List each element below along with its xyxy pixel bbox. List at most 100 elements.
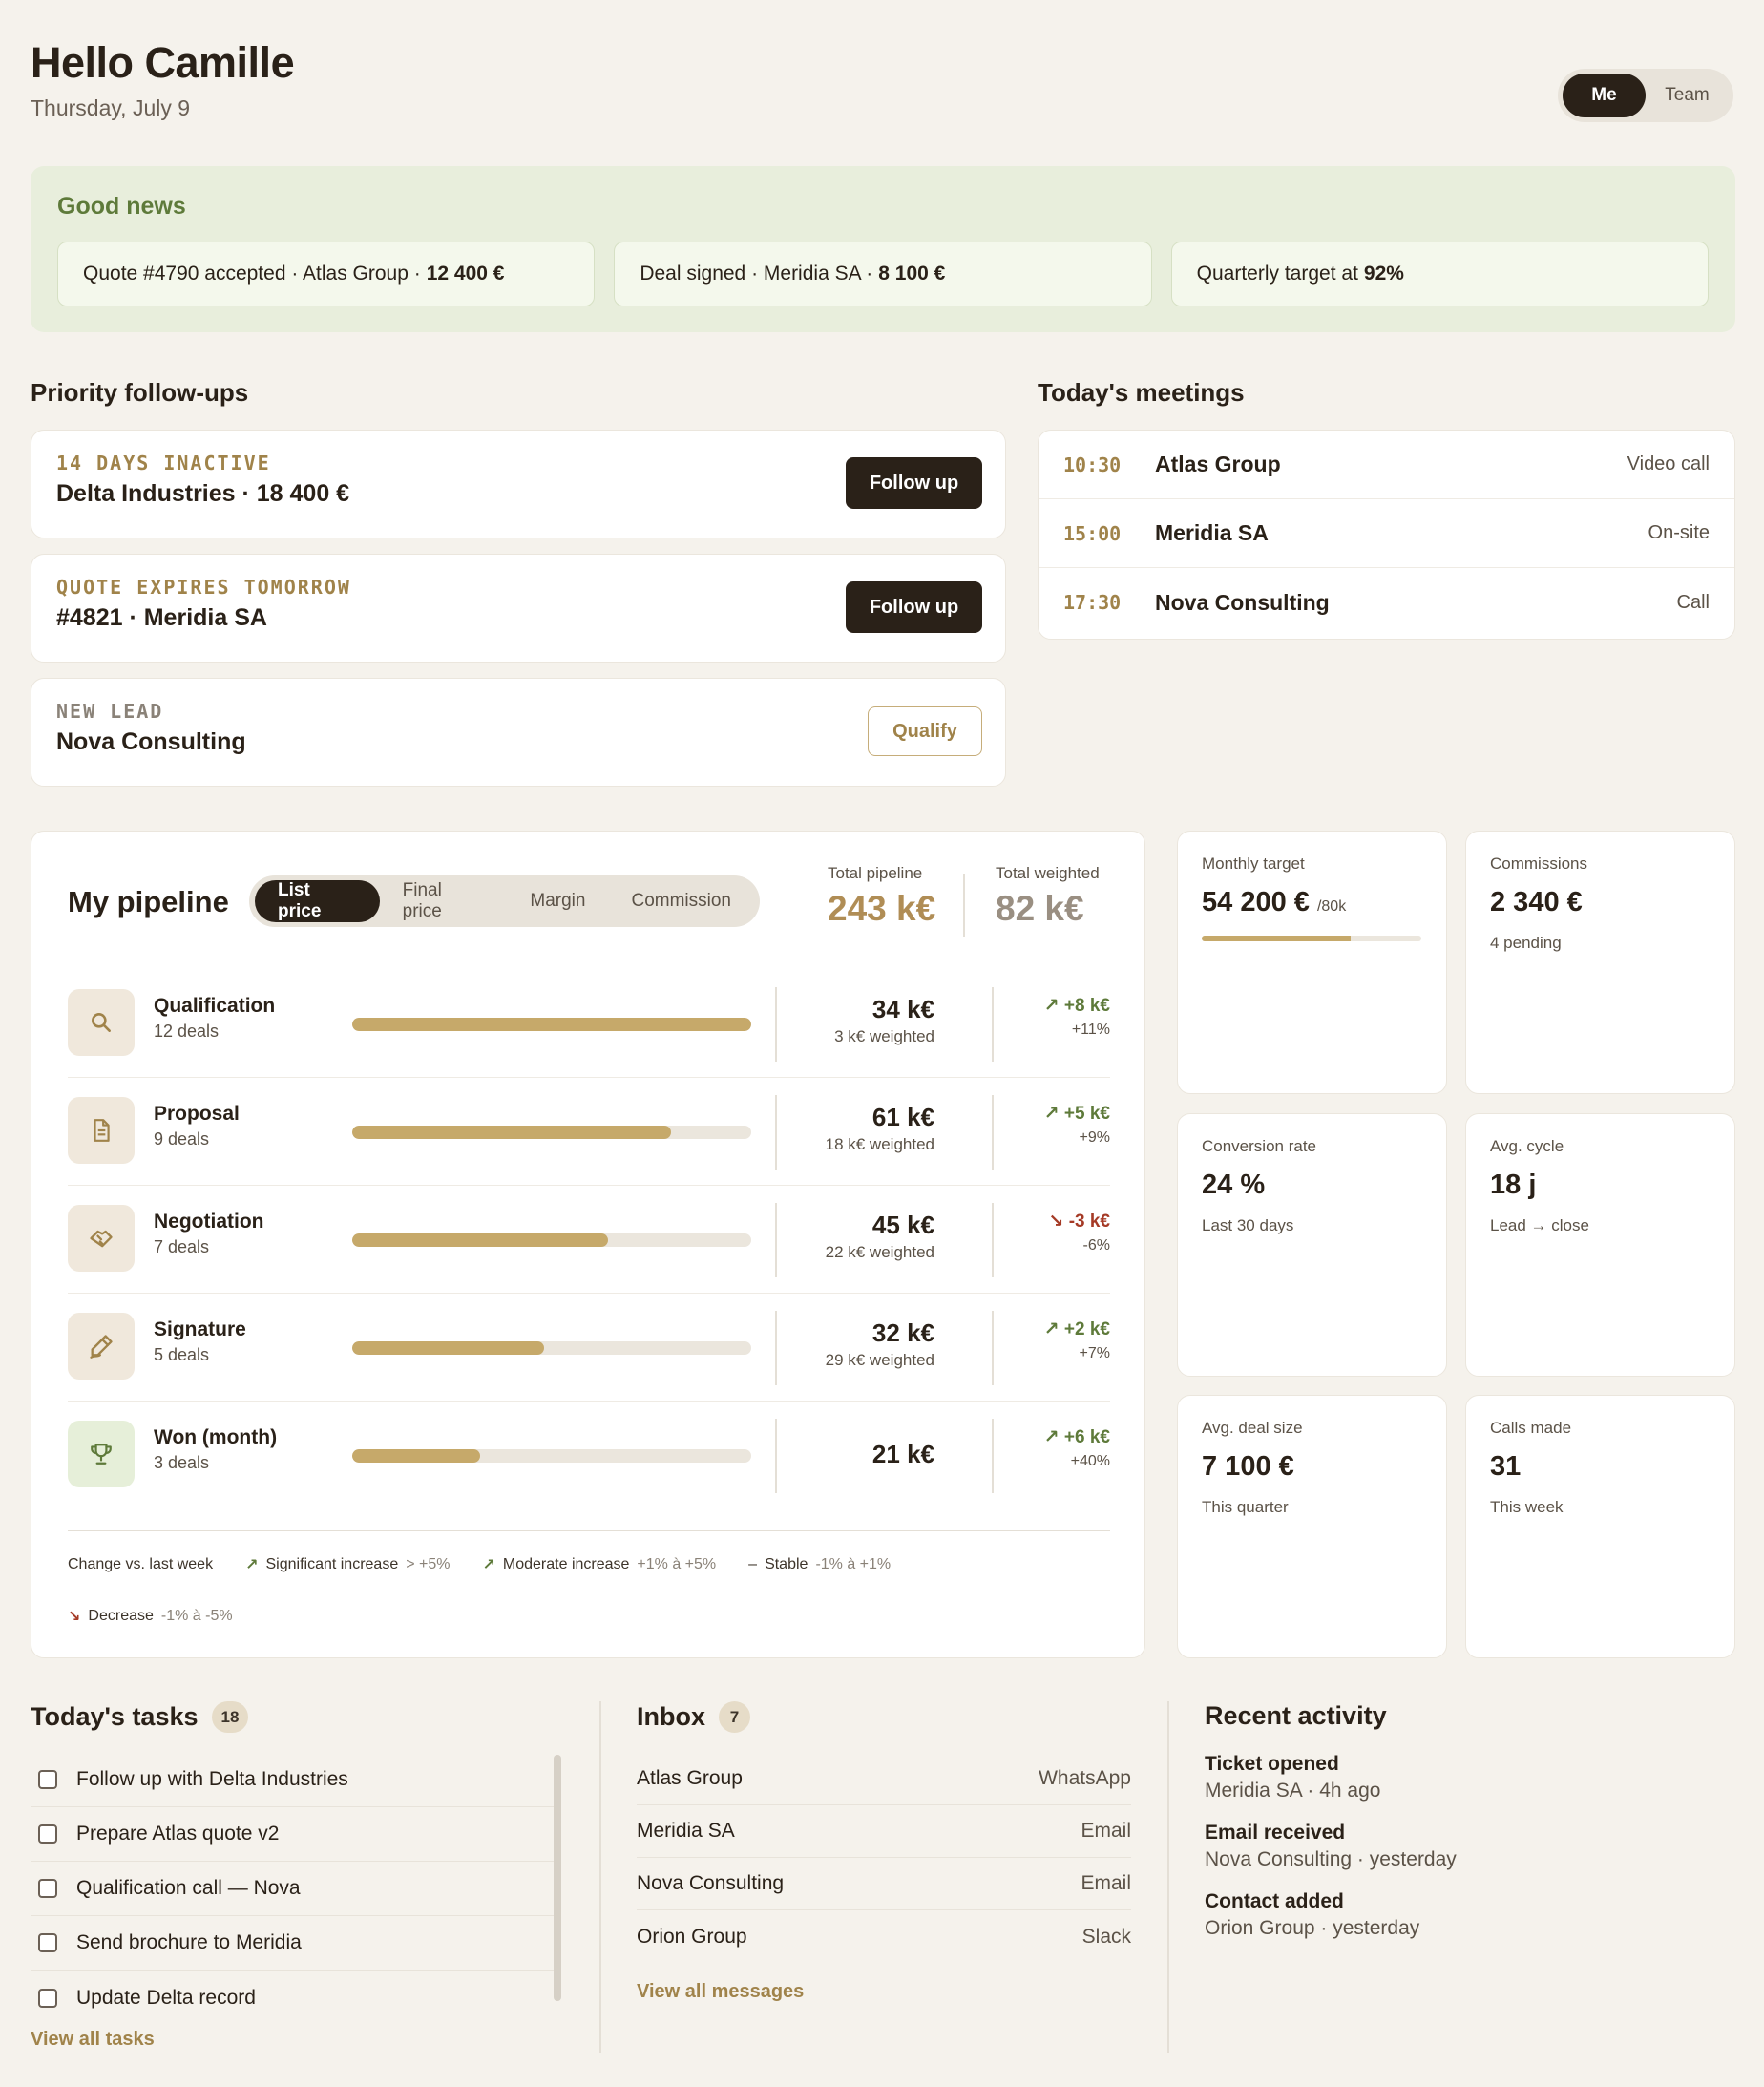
kpi-calls-made[interactable]: Calls made 31 This week <box>1465 1395 1735 1658</box>
stage-change: ↗ +6 k€ <box>1044 1426 1110 1448</box>
tab-commission[interactable]: Commission <box>608 880 754 922</box>
kpi-value: 18 j <box>1490 1170 1537 1200</box>
legend-name: Significant increase <box>265 1556 399 1572</box>
inbox-channel: Email <box>1081 1820 1131 1842</box>
divider <box>775 1203 777 1277</box>
meeting-name: Meridia SA <box>1155 520 1269 545</box>
stage-row[interactable]: Proposal 9 deals 61 k€ 18 k€ weighted ↗ … <box>68 1078 1110 1186</box>
kpi-commissions[interactable]: Commissions 2 340 € 4 pending <box>1465 831 1735 1094</box>
inbox-item[interactable]: Meridia SA Email <box>637 1805 1131 1858</box>
divider <box>775 987 777 1062</box>
meetings-title: Today's meetings <box>1038 378 1245 407</box>
divider <box>1167 1701 1169 2053</box>
task-checkbox[interactable] <box>38 1824 57 1844</box>
followup-tag: NEW LEAD <box>56 700 164 723</box>
trend-up-icon: ↗ <box>1043 1427 1064 1447</box>
kpi-avg-cycle[interactable]: Avg. cycle 18 j Lead → close <box>1465 1113 1735 1377</box>
followup-name: Delta Industries · 18 400 € <box>56 480 350 507</box>
inbox-title: Inbox <box>637 1702 705 1731</box>
inbox-sender: Nova Consulting <box>637 1872 785 1894</box>
follow-up-button[interactable]: Follow up <box>846 581 982 633</box>
kpi-sub: This quarter <box>1202 1498 1289 1516</box>
tab-final-price[interactable]: Final price <box>380 880 508 922</box>
inbox-item[interactable]: Nova Consulting Email <box>637 1858 1131 1910</box>
stage-row[interactable]: Signature 5 deals 32 k€ 29 k€ weighted ↗… <box>68 1294 1110 1402</box>
stage-deals: 9 deals <box>154 1129 210 1149</box>
task-checkbox[interactable] <box>38 1879 57 1898</box>
trend-down-icon: ↘ <box>68 1609 81 1625</box>
stage-row[interactable]: Negotiation 7 deals 45 k€ 22 k€ weighted… <box>68 1186 1110 1294</box>
header: Hello Camille Thursday, July 9 Me Team <box>31 38 1733 134</box>
good-news-item[interactable]: Deal signed · Meridia SA · 8 100 € <box>614 242 1152 306</box>
good-news-text: Quarterly target at <box>1196 263 1358 285</box>
toggle-team[interactable]: Team <box>1646 74 1729 117</box>
kpi-label: Calls made <box>1490 1419 1572 1437</box>
task-label: Qualification call — Nova <box>76 1877 301 1899</box>
pipeline-title: My pipeline <box>68 885 229 918</box>
activity-item[interactable]: Contact added Orion Group · yesterday <box>1205 1890 1735 1940</box>
inbox-item[interactable]: Orion Group Slack <box>637 1910 1131 1963</box>
total-pipeline-value: 243 k€ <box>828 889 936 928</box>
task-item: Follow up with Delta Industries <box>31 1753 561 1807</box>
kpi-conversion-rate[interactable]: Conversion rate 24 % Last 30 days <box>1177 1113 1447 1377</box>
divider <box>775 1311 777 1385</box>
good-news-amount: 92% <box>1363 263 1404 285</box>
inbox-item[interactable]: Atlas Group WhatsApp <box>637 1753 1131 1805</box>
task-item: Prepare Atlas quote v2 <box>31 1807 561 1862</box>
total-weighted: Total weighted 82 k€ <box>996 864 1100 929</box>
meeting-row[interactable]: 10:30 Atlas Group Video call <box>1039 431 1734 499</box>
stage-row[interactable]: Qualification 12 deals 34 k€ 3 k€ weight… <box>68 970 1110 1078</box>
inbox-sender: Atlas Group <box>637 1767 743 1789</box>
activity-item[interactable]: Ticket opened Meridia SA · 4h ago <box>1205 1753 1735 1802</box>
meeting-time: 17:30 <box>1063 591 1122 614</box>
stage-row[interactable]: Won (month) 3 deals 21 k€ ↗ +6 k€ +40% <box>68 1402 1110 1509</box>
task-checkbox[interactable] <box>38 1988 57 2008</box>
divider <box>599 1701 601 2053</box>
good-news-item[interactable]: Quote #4790 accepted · Atlas Group · 12 4… <box>57 242 596 306</box>
task-checkbox[interactable] <box>38 1770 57 1789</box>
task-list-scrollbar[interactable] <box>554 1755 561 2001</box>
total-weighted-label: Total weighted <box>996 864 1100 882</box>
legend-item: ↗ Moderate increase +1% à +5% <box>483 1555 717 1574</box>
kpi-label: Avg. deal size <box>1202 1419 1303 1437</box>
view-all-tasks-link[interactable]: View all tasks <box>31 2029 155 2051</box>
legend-item: – Stable -1% à +1% <box>748 1556 891 1573</box>
stable-icon: – <box>748 1556 758 1572</box>
kpi-progress-fill <box>1202 936 1352 941</box>
legend-range: -1% à -5% <box>160 1608 233 1624</box>
stage-progress <box>352 1449 751 1463</box>
activity-item-sub: Meridia SA · 4h ago <box>1205 1780 1381 1802</box>
divider <box>992 1203 994 1277</box>
task-label: Send brochure to Meridia <box>76 1931 302 1953</box>
inbox-channel: Email <box>1081 1872 1131 1894</box>
good-news-item[interactable]: Quarterly target at 92% <box>1170 242 1709 306</box>
follow-up-button[interactable]: Follow up <box>846 457 982 509</box>
task-checkbox[interactable] <box>38 1933 57 1952</box>
stage-value: 61 k€ <box>872 1103 934 1131</box>
legend-name: Decrease <box>88 1608 154 1624</box>
kpi-label: Monthly target <box>1202 854 1305 873</box>
tab-list-price[interactable]: List price <box>255 880 380 922</box>
meeting-row[interactable]: 17:30 Nova Consulting Call <box>1039 568 1734 637</box>
stage-deals: 5 deals <box>154 1345 210 1364</box>
inbox-sender: Meridia SA <box>637 1820 735 1842</box>
meeting-row[interactable]: 15:00 Meridia SA On-site <box>1039 499 1734 568</box>
kpi-monthly-target[interactable]: Monthly target 54 200 € /80k <box>1177 831 1447 1094</box>
divider <box>992 987 994 1062</box>
toggle-me[interactable]: Me <box>1563 74 1646 117</box>
view-all-messages-link[interactable]: View all messages <box>637 1981 804 2003</box>
kpi-avg-deal-size[interactable]: Avg. deal size 7 100 € This quarter <box>1177 1395 1447 1658</box>
activity-item-sub: Orion Group · yesterday <box>1205 1917 1420 1939</box>
divider <box>992 1311 994 1385</box>
stage-deals: 3 deals <box>154 1453 210 1472</box>
inbox-channel: WhatsApp <box>1039 1767 1131 1789</box>
kpi-label: Commissions <box>1490 854 1588 873</box>
good-news-panel: Good news Quote #4790 accepted · Atlas G… <box>31 166 1735 332</box>
divider <box>992 1095 994 1170</box>
stage-progress <box>352 1341 751 1355</box>
tab-margin[interactable]: Margin <box>507 880 608 922</box>
activity-item[interactable]: Email received Nova Consulting · yesterda… <box>1205 1822 1735 1871</box>
divider <box>775 1419 777 1493</box>
stage-deals: 7 deals <box>154 1237 210 1256</box>
qualify-button[interactable]: Qualify <box>868 706 982 756</box>
